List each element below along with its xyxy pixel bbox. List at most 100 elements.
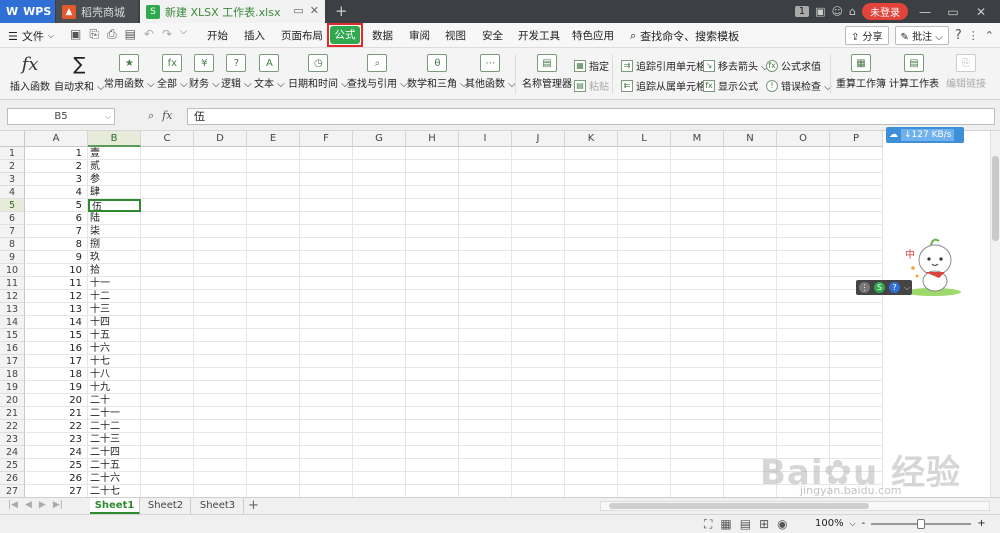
empty-cell[interactable] xyxy=(565,394,618,407)
empty-cell[interactable] xyxy=(512,199,565,212)
empty-cell[interactable] xyxy=(300,485,353,497)
cell-b[interactable]: 十三 xyxy=(88,303,141,316)
empty-cell[interactable] xyxy=(300,355,353,368)
empty-cell[interactable] xyxy=(724,238,777,251)
empty-cell[interactable] xyxy=(724,316,777,329)
cell-b[interactable]: 十一 xyxy=(88,277,141,290)
empty-cell[interactable] xyxy=(459,251,512,264)
empty-cell[interactable] xyxy=(512,160,565,173)
formula-input[interactable]: 伍 xyxy=(187,108,995,125)
empty-cell[interactable] xyxy=(406,381,459,394)
empty-cell[interactable] xyxy=(406,173,459,186)
empty-cell[interactable] xyxy=(406,368,459,381)
cell-a[interactable]: 6 xyxy=(25,212,88,225)
empty-cell[interactable] xyxy=(724,355,777,368)
row-header[interactable]: 10 xyxy=(0,264,25,277)
logic-functions-button[interactable]: ? 逻辑 ⌵ xyxy=(221,54,252,90)
empty-cell[interactable] xyxy=(830,199,883,212)
empty-cell[interactable] xyxy=(724,264,777,277)
empty-cell[interactable] xyxy=(671,160,724,173)
empty-cell[interactable] xyxy=(512,277,565,290)
name-manager-button[interactable]: ▤ 名称管理器 xyxy=(522,54,572,90)
empty-cell[interactable] xyxy=(830,355,883,368)
empty-cell[interactable] xyxy=(300,329,353,342)
empty-cell[interactable] xyxy=(830,407,883,420)
empty-cell[interactable] xyxy=(459,446,512,459)
empty-cell[interactable] xyxy=(194,459,247,472)
empty-cell[interactable] xyxy=(565,407,618,420)
empty-cell[interactable] xyxy=(406,238,459,251)
empty-cell[interactable] xyxy=(565,368,618,381)
empty-cell[interactable] xyxy=(724,420,777,433)
empty-cell[interactable] xyxy=(618,368,671,381)
column-header-o[interactable]: O xyxy=(777,131,830,147)
empty-cell[interactable] xyxy=(406,199,459,212)
zoom-slider-knob[interactable] xyxy=(917,518,926,529)
column-header-m[interactable]: M xyxy=(671,131,724,147)
empty-cell[interactable] xyxy=(459,303,512,316)
empty-cell[interactable] xyxy=(353,433,406,446)
empty-cell[interactable] xyxy=(777,316,830,329)
empty-cell[interactable] xyxy=(777,147,830,160)
empty-cell[interactable] xyxy=(194,472,247,485)
row-header[interactable]: 1 xyxy=(0,147,25,160)
next-sheet-icon[interactable]: ▶ xyxy=(39,500,46,510)
empty-cell[interactable] xyxy=(300,342,353,355)
cell-b[interactable]: 肆 xyxy=(88,186,141,199)
empty-cell[interactable] xyxy=(353,212,406,225)
empty-cell[interactable] xyxy=(141,225,194,238)
empty-cell[interactable] xyxy=(300,368,353,381)
empty-cell[interactable] xyxy=(777,394,830,407)
empty-cell[interactable] xyxy=(671,186,724,199)
zoom-cell-icon[interactable]: ⌕ xyxy=(148,109,154,123)
cell-b[interactable]: 二十六 xyxy=(88,472,141,485)
empty-cell[interactable] xyxy=(141,264,194,277)
empty-cell[interactable] xyxy=(512,446,565,459)
row-header[interactable]: 4 xyxy=(0,186,25,199)
empty-cell[interactable] xyxy=(406,394,459,407)
row-header[interactable]: 6 xyxy=(0,212,25,225)
empty-cell[interactable] xyxy=(247,407,300,420)
empty-cell[interactable] xyxy=(459,290,512,303)
row-header[interactable]: 23 xyxy=(0,433,25,446)
empty-cell[interactable] xyxy=(671,238,724,251)
empty-cell[interactable] xyxy=(194,303,247,316)
empty-cell[interactable] xyxy=(671,407,724,420)
empty-cell[interactable] xyxy=(247,238,300,251)
gift-icon[interactable]: ⌂ xyxy=(849,5,856,18)
new-tab-button[interactable]: + xyxy=(335,2,348,20)
empty-cell[interactable] xyxy=(618,329,671,342)
cell-a[interactable]: 25 xyxy=(25,459,88,472)
sheet-tab-2[interactable]: Sheet2 xyxy=(141,498,191,514)
empty-cell[interactable] xyxy=(565,472,618,485)
menu-review[interactable]: 审阅 xyxy=(409,28,430,43)
fx-icon[interactable]: fx xyxy=(162,109,172,123)
empty-cell[interactable] xyxy=(777,238,830,251)
empty-cell[interactable] xyxy=(406,485,459,497)
menu-page-layout[interactable]: 页面布局 xyxy=(281,28,323,43)
empty-cell[interactable] xyxy=(565,264,618,277)
empty-cell[interactable] xyxy=(406,225,459,238)
empty-cell[interactable] xyxy=(618,433,671,446)
row-header[interactable]: 21 xyxy=(0,407,25,420)
cell-a[interactable]: 17 xyxy=(25,355,88,368)
add-sheet-button[interactable]: + xyxy=(248,498,259,513)
lookup-functions-button[interactable]: ⌕ 查找与引用 ⌵ xyxy=(347,54,408,90)
cell-a[interactable]: 14 xyxy=(25,316,88,329)
cell-b[interactable]: 柒 xyxy=(88,225,141,238)
s-logo-icon[interactable]: S xyxy=(874,282,885,293)
empty-cell[interactable] xyxy=(830,368,883,381)
paste-name-button[interactable]: ▤ 粘贴 xyxy=(574,78,609,93)
empty-cell[interactable] xyxy=(459,394,512,407)
menu-view[interactable]: 视图 xyxy=(445,28,466,43)
empty-cell[interactable] xyxy=(777,251,830,264)
empty-cell[interactable] xyxy=(671,225,724,238)
chevron-down-icon[interactable]: ⌵ xyxy=(904,283,910,293)
empty-cell[interactable] xyxy=(777,420,830,433)
reading-mode-icon[interactable]: ◉ xyxy=(777,517,787,532)
empty-cell[interactable] xyxy=(565,186,618,199)
command-search[interactable]: ⌕ 查找命令、搜索模板 xyxy=(630,28,739,44)
empty-cell[interactable] xyxy=(565,251,618,264)
empty-cell[interactable] xyxy=(141,446,194,459)
zoom-out-button[interactable]: - xyxy=(862,518,866,529)
